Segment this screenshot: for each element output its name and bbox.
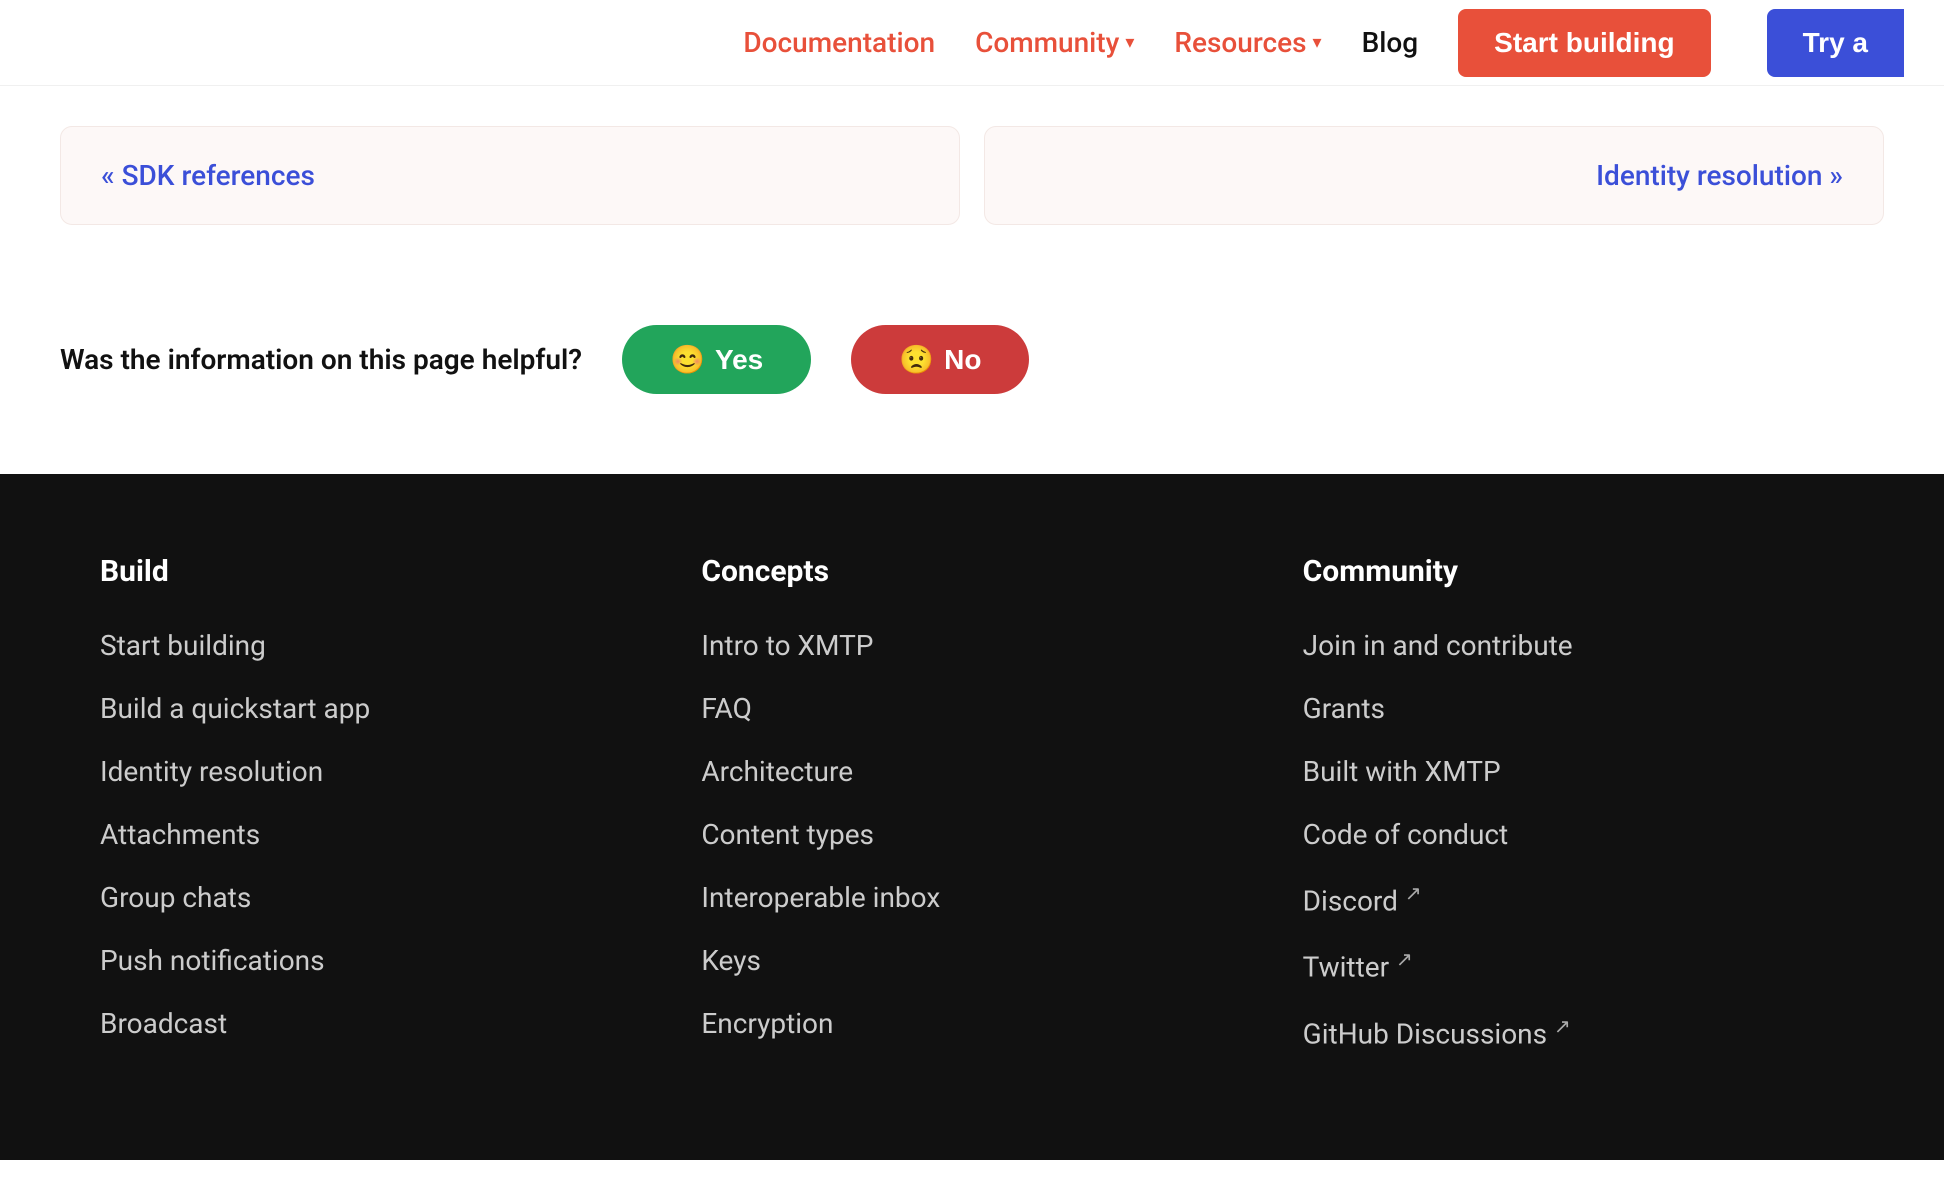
footer-link-content-types[interactable]: Content types [701,818,1242,851]
prev-nav-card: « SDK references [60,126,960,225]
footer-link-grants[interactable]: Grants [1303,692,1844,725]
nav-resources[interactable]: Resources ▾ [1174,26,1321,59]
nav-community[interactable]: Community ▾ [975,26,1134,59]
footer: Build Start building Build a quickstart … [0,474,1944,1160]
footer-concepts-title: Concepts [701,554,1242,589]
footer-community-title: Community [1303,554,1844,589]
try-button[interactable]: Try a [1767,9,1904,77]
footer-link-faq[interactable]: FAQ [701,692,1242,725]
feedback-section: Was the information on this page helpful… [60,285,1884,474]
nav-blog[interactable]: Blog [1362,26,1419,59]
footer-link-built-with-xmtp[interactable]: Built with XMTP [1303,755,1844,788]
footer-link-intro-xmtp[interactable]: Intro to XMTP [701,629,1242,662]
main-content: « SDK references Identity resolution » W… [0,86,1944,474]
footer-link-broadcast[interactable]: Broadcast [100,1007,641,1040]
footer-link-keys[interactable]: Keys [701,944,1242,977]
yes-button[interactable]: 😊 Yes [622,325,811,394]
no-button[interactable]: 😟 No [851,325,1029,394]
yes-label: Yes [715,344,763,376]
resources-chevron-icon: ▾ [1313,32,1322,53]
community-chevron-icon: ▾ [1125,32,1134,53]
feedback-question: Was the information on this page helpful… [60,343,582,376]
footer-build-column: Build Start building Build a quickstart … [100,554,641,1080]
nav-cards: « SDK references Identity resolution » [60,126,1884,225]
footer-link-code-of-conduct[interactable]: Code of conduct [1303,818,1844,851]
footer-link-interoperable-inbox[interactable]: Interoperable inbox [701,881,1242,914]
nav-documentation[interactable]: Documentation [743,26,935,59]
footer-link-quickstart[interactable]: Build a quickstart app [100,692,641,725]
footer-link-join-contribute[interactable]: Join in and contribute [1303,629,1844,662]
footer-grid: Build Start building Build a quickstart … [100,554,1844,1080]
prev-nav-link[interactable]: « SDK references [101,159,315,192]
footer-concepts-column: Concepts Intro to XMTP FAQ Architecture … [701,554,1242,1080]
no-label: No [944,344,981,376]
footer-link-attachments[interactable]: Attachments [100,818,641,851]
footer-build-title: Build [100,554,641,589]
footer-link-twitter[interactable]: Twitter ↗ [1303,947,1844,983]
navbar-links: Documentation Community ▾ Resources ▾ Bl… [743,9,1904,77]
footer-link-discord[interactable]: Discord ↗ [1303,881,1844,917]
twitter-external-icon: ↗ [1396,947,1413,971]
yes-emoji-icon: 😊 [670,343,705,376]
footer-link-group-chats[interactable]: Group chats [100,881,641,914]
github-external-icon: ↗ [1554,1014,1571,1038]
discord-external-icon: ↗ [1405,881,1422,905]
footer-link-encryption[interactable]: Encryption [701,1007,1242,1040]
footer-link-github-discussions[interactable]: GitHub Discussions ↗ [1303,1014,1844,1050]
navbar: Documentation Community ▾ Resources ▾ Bl… [0,0,1944,86]
no-emoji-icon: 😟 [899,343,934,376]
next-nav-link[interactable]: Identity resolution » [1596,159,1843,192]
footer-link-architecture[interactable]: Architecture [701,755,1242,788]
start-building-button[interactable]: Start building [1458,9,1710,77]
footer-link-identity-resolution[interactable]: Identity resolution [100,755,641,788]
next-nav-card: Identity resolution » [984,126,1884,225]
footer-link-start-building[interactable]: Start building [100,629,641,662]
footer-community-column: Community Join in and contribute Grants … [1303,554,1844,1080]
footer-link-push-notifications[interactable]: Push notifications [100,944,641,977]
